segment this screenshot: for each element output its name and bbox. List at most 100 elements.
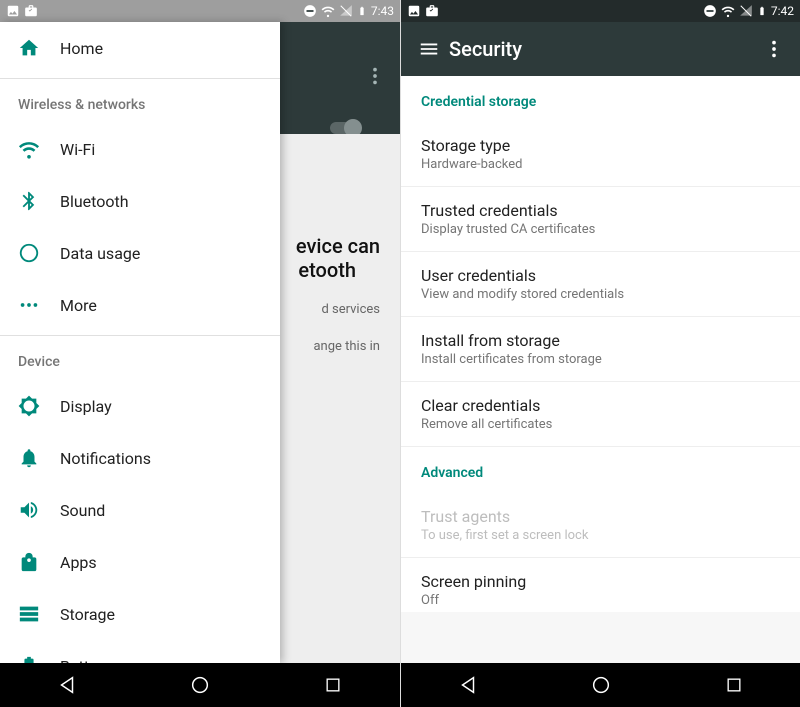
nav-back[interactable] [443,663,493,707]
nav-recents[interactable] [308,663,358,707]
drawer-label: Apps [60,553,97,572]
overflow-button[interactable] [756,38,792,60]
back-icon [56,674,78,696]
setting-title: User credentials [421,266,780,285]
nav-home[interactable] [576,663,626,707]
circle-icon [189,674,211,696]
drawer-label: Home [60,39,103,58]
setting-subtitle: Off [421,593,780,608]
drawer-item-battery[interactable]: Battery [0,640,280,663]
wifi-icon [18,138,40,160]
dnd-icon [303,4,317,18]
nav-home[interactable] [175,663,225,707]
dnd-icon [703,4,717,18]
drawer-item-wifi[interactable]: Wi-Fi [0,123,280,175]
drawer-section-wireless: Wireless & networks [0,83,280,123]
drawer-label: Notifications [60,449,151,468]
nav-recents[interactable] [709,663,759,707]
security-settings-list: Credential storage Storage type Hardware… [401,76,800,612]
drawer-label: More [60,296,97,315]
section-advanced: Advanced [401,447,800,493]
phone-right: 7:42 Security Credential storage Storage… [400,0,800,707]
setting-clear-credentials[interactable]: Clear credentials Remove all certificate… [401,382,800,447]
setting-title: Trusted credentials [421,201,780,220]
setting-screen-pinning[interactable]: Screen pinning Off [401,558,800,612]
photo-icon [6,4,20,18]
settings-drawer: Home Wireless & networks Wi-Fi Bluetooth… [0,22,280,663]
bag-icon [24,4,38,18]
bell-icon [18,447,40,469]
setting-subtitle: Hardware-backed [421,157,780,172]
square-icon [323,675,343,695]
drawer-label: Wi-Fi [60,140,95,159]
apps-icon [18,551,40,573]
more-vert-icon [763,38,785,60]
square-icon [724,675,744,695]
drawer-item-home[interactable]: Home [0,22,280,74]
drawer-item-sound[interactable]: Sound [0,484,280,536]
section-credential-storage: Credential storage [401,76,800,122]
storage-icon [18,603,40,625]
status-time: 7:43 [371,4,394,18]
drawer-item-more[interactable]: More [0,279,280,331]
signal-off-icon [339,4,353,18]
circle-icon [590,674,612,696]
status-bar-left: 7:43 [0,0,400,22]
menu-icon [418,38,440,60]
nav-bar-right [401,663,800,707]
wifi-icon [721,4,735,18]
setting-subtitle: Remove all certificates [421,417,780,432]
drawer-label: Data usage [60,244,140,263]
overflow-icon[interactable] [364,65,386,91]
setting-title: Install from storage [421,331,780,350]
divider [0,78,280,79]
appbar-title: Security [449,37,756,61]
display-icon [18,395,40,417]
divider [0,335,280,336]
bag-icon [425,4,439,18]
drawer-item-apps[interactable]: Apps [0,536,280,588]
setting-subtitle: Display trusted CA certificates [421,222,780,237]
wifi-icon [321,4,335,18]
setting-subtitle: View and modify stored credentials [421,287,780,302]
status-bar-right: 7:42 [401,0,800,22]
setting-title: Storage type [421,136,780,155]
signal-off-icon [739,4,753,18]
status-time: 7:42 [771,4,794,18]
drawer-item-notifications[interactable]: Notifications [0,432,280,484]
drawer-label: Display [60,397,112,416]
more-icon [18,294,40,316]
battery-icon [757,4,767,18]
drawer-item-data-usage[interactable]: Data usage [0,227,280,279]
home-icon [18,37,40,59]
setting-subtitle: Install certificates from storage [421,352,780,367]
drawer-label: Bluetooth [60,192,129,211]
setting-title: Clear credentials [421,396,780,415]
security-appbar: Security [401,22,800,76]
menu-button[interactable] [409,38,449,60]
nav-bar-left [0,663,400,707]
drawer-label: Storage [60,605,115,624]
battery-icon [357,4,367,18]
bluetooth-icon [18,190,40,212]
nav-back[interactable] [42,663,92,707]
phone-left: 7:43 evice can etooth d services ange th… [0,0,400,707]
setting-storage-type[interactable]: Storage type Hardware-backed [401,122,800,187]
photo-icon [407,4,421,18]
sound-icon [18,499,40,521]
drawer-item-display[interactable]: Display [0,380,280,432]
setting-install-from-storage[interactable]: Install from storage Install certificate… [401,317,800,382]
drawer-label: Sound [60,501,105,520]
back-icon [457,674,479,696]
battery-icon [18,655,40,663]
setting-trust-agents: Trust agents To use, first set a screen … [401,493,800,558]
drawer-item-storage[interactable]: Storage [0,588,280,640]
setting-trusted-credentials[interactable]: Trusted credentials Display trusted CA c… [401,187,800,252]
setting-user-credentials[interactable]: User credentials View and modify stored … [401,252,800,317]
drawer-section-device: Device [0,340,280,380]
data-usage-icon [18,242,40,264]
setting-title: Trust agents [421,507,780,526]
drawer-item-bluetooth[interactable]: Bluetooth [0,175,280,227]
setting-subtitle: To use, first set a screen lock [421,528,780,543]
setting-title: Screen pinning [421,572,780,591]
